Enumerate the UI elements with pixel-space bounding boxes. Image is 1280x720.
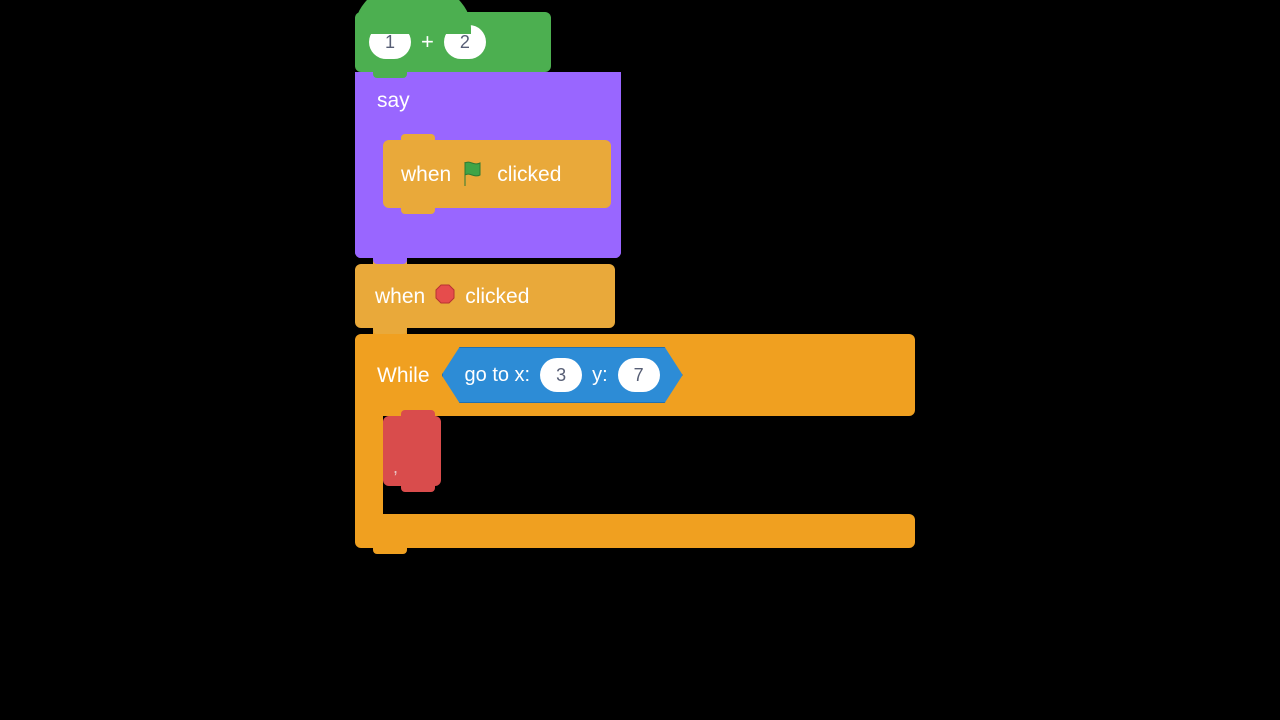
- goto-y-label: y:: [592, 365, 608, 385]
- red-block-label: ,: [393, 458, 398, 476]
- say-c-block[interactable]: say when clicked: [355, 72, 621, 258]
- when-stop-clicked-block[interactable]: when clicked: [355, 264, 615, 328]
- when-flag-clicked-block[interactable]: when clicked: [383, 140, 611, 208]
- red-stack-block[interactable]: ,: [383, 416, 441, 486]
- while-left-arm: [355, 416, 383, 514]
- clicked-label: clicked: [465, 286, 529, 307]
- say-left-arm: [355, 146, 383, 218]
- goto-x-input[interactable]: 3: [540, 358, 582, 392]
- math-hat-block[interactable]: 1 + 2: [355, 12, 551, 72]
- while-c-block[interactable]: While go to x: 3 y: 7 ,: [355, 334, 915, 416]
- say-label: say: [377, 90, 410, 111]
- hat-curve: [355, 0, 471, 34]
- stop-sign-icon: [435, 284, 455, 308]
- clicked-label: clicked: [497, 164, 561, 185]
- while-label: While: [377, 365, 430, 386]
- when-label: when: [375, 286, 425, 307]
- say-bottom-bar: [355, 218, 621, 258]
- while-bottom-bar: [355, 514, 915, 548]
- goto-x-prefix: go to x:: [465, 365, 531, 385]
- green-flag-icon: [461, 160, 487, 188]
- blocks-workspace: 1 + 2 say when clicked when clicked: [355, 12, 915, 416]
- plus-operator-label: +: [421, 31, 434, 53]
- goto-reporter-block[interactable]: go to x: 3 y: 7: [442, 347, 683, 403]
- when-label: when: [401, 164, 451, 185]
- goto-y-input[interactable]: 7: [618, 358, 660, 392]
